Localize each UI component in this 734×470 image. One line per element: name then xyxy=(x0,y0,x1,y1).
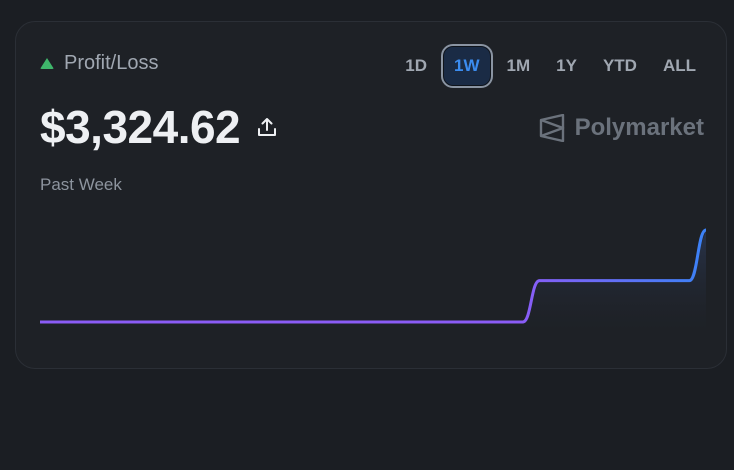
brand: Polymarket xyxy=(539,114,704,142)
triangle-up-icon xyxy=(40,58,54,69)
card-header: Profit/Loss xyxy=(40,52,158,75)
period-label: Past Week xyxy=(40,175,122,194)
range-1y[interactable]: 1Y xyxy=(544,44,589,88)
pnl-chart xyxy=(40,228,706,334)
range-1w[interactable]: 1W xyxy=(441,44,493,88)
upload-share-icon[interactable] xyxy=(256,116,278,138)
profit-loss-card: Profit/Loss 1D 1W 1M 1Y YTD ALL $3,324.6… xyxy=(15,21,727,369)
amount-row: $3,324.62 xyxy=(40,100,278,154)
range-1d[interactable]: 1D xyxy=(393,44,439,88)
range-all[interactable]: ALL xyxy=(651,44,708,88)
profit-loss-label: Profit/Loss xyxy=(64,52,159,74)
range-ytd[interactable]: YTD xyxy=(591,44,649,88)
polymarket-logo-icon xyxy=(539,114,564,142)
time-range-selector: 1D 1W 1M 1Y YTD ALL xyxy=(393,44,708,88)
brand-name: Polymarket xyxy=(574,114,704,141)
range-1m[interactable]: 1M xyxy=(495,44,543,88)
profit-loss-amount: $3,324.62 xyxy=(40,101,241,153)
